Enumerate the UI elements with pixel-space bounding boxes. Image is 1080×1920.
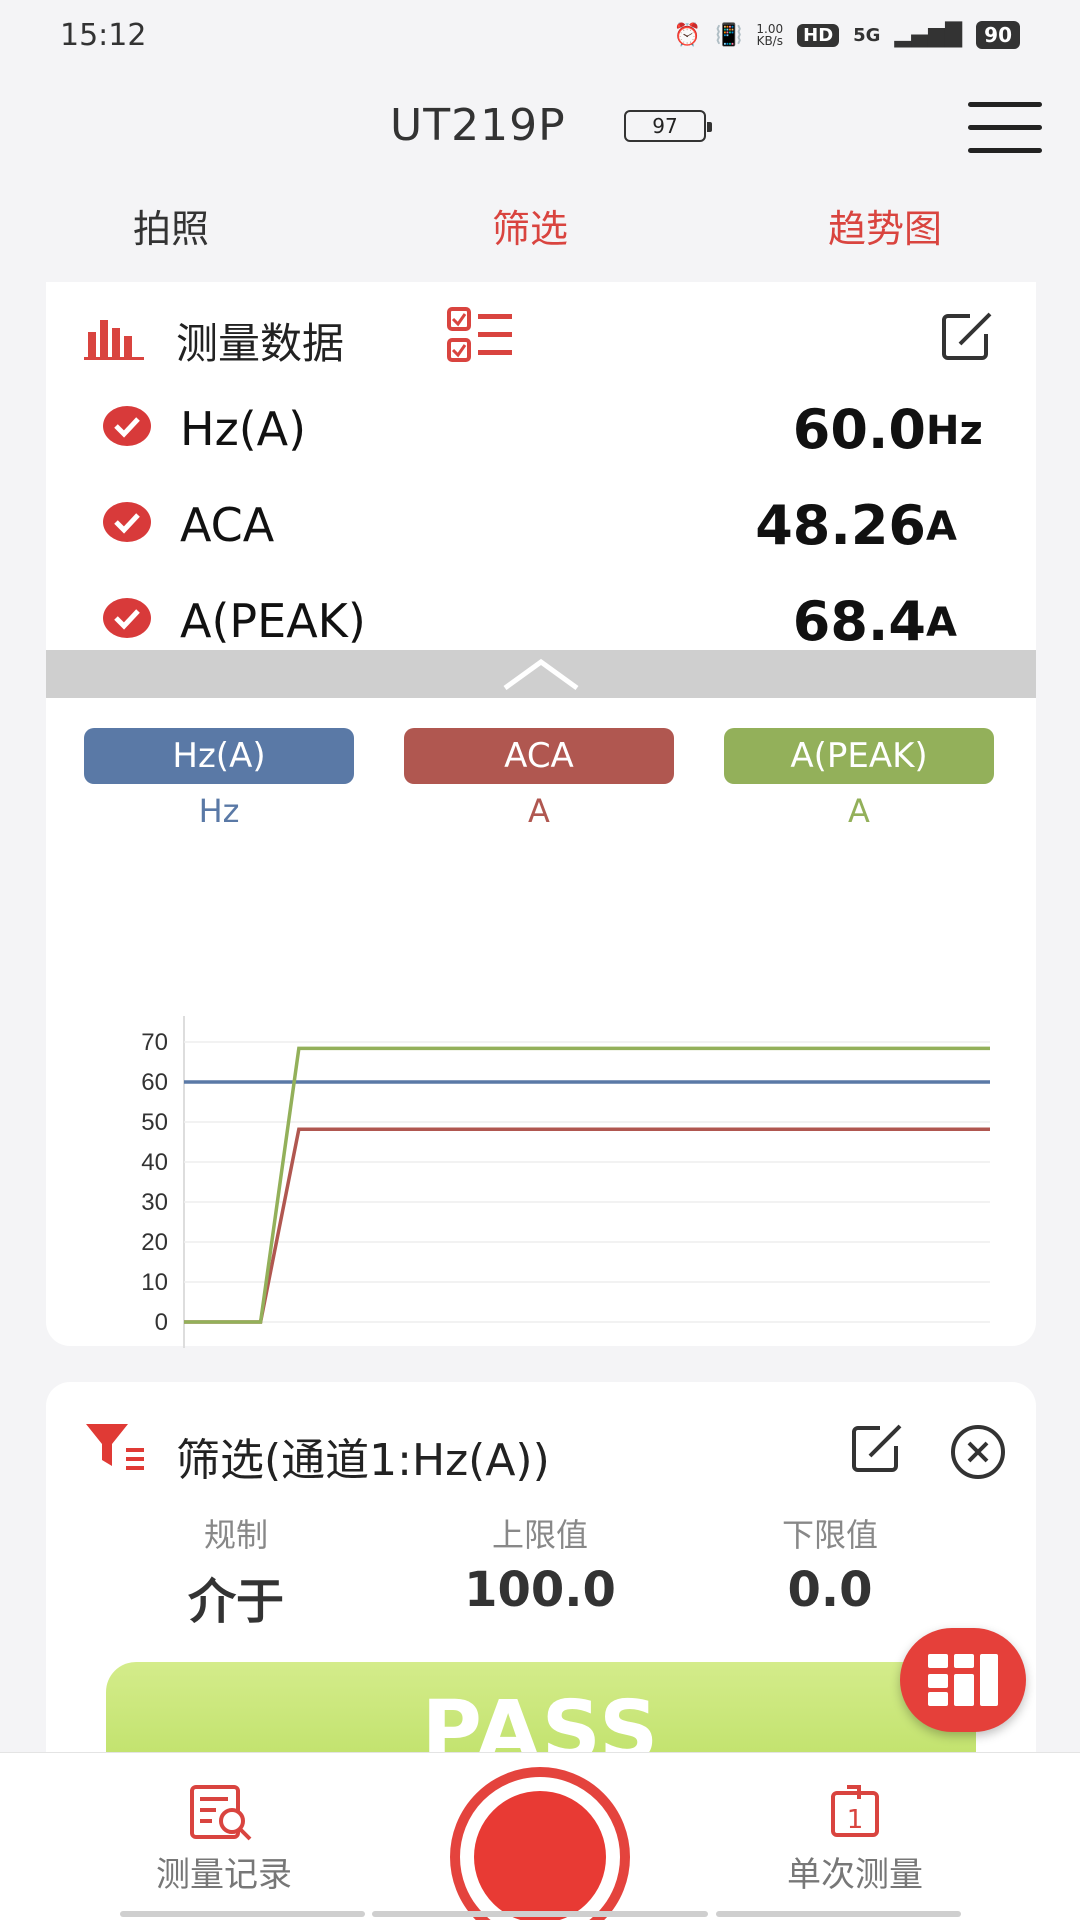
y-tick-label: 20 <box>141 1229 168 1256</box>
alarm-icon: ⏰ <box>673 22 702 48</box>
measure-unit: A <box>926 504 957 550</box>
measure-value: 68.4 <box>792 590 926 653</box>
measure-unit: A <box>926 600 957 646</box>
status-bar: 15:12 ⏰ 📳 1.00 KB/s HD 5G ▂▄▆█ 90 <box>0 0 1080 70</box>
y-tick-label: 0 <box>155 1309 168 1336</box>
vibrate-icon: 📳 <box>715 22 743 48</box>
nav-single-measure[interactable]: 1 单次测量 <box>745 1783 965 1896</box>
filter-icon <box>86 1424 144 1470</box>
legend-unit-hz: Hz <box>198 792 240 830</box>
floating-menu-button[interactable] <box>900 1628 1026 1732</box>
tab-trend[interactable]: 趋势图 <box>828 198 942 253</box>
nav-indicator <box>120 1911 365 1917</box>
bar-chart-icon <box>84 320 144 360</box>
tab-filter[interactable]: 筛选 <box>492 198 568 253</box>
hd-badge: HD <box>797 23 840 47</box>
check-icon[interactable] <box>102 596 152 640</box>
close-icon[interactable] <box>950 1424 1006 1480</box>
trend-chart: 01020304050607015:12:4515:12:4815:12:481… <box>141 1016 990 1348</box>
battery-level: 90 <box>976 21 1020 49</box>
record-button[interactable] <box>450 1767 630 1920</box>
status-icons: ⏰ 📳 1.00 KB/s HD 5G ▂▄▆█ 90 <box>674 21 1020 49</box>
measure-label: Hz(A) <box>180 402 307 456</box>
measure-row-aca: ACA 48.26 A <box>46 482 1036 562</box>
y-tick-label: 40 <box>141 1149 168 1176</box>
y-tick-label: 70 <box>141 1029 168 1056</box>
measure-unit: Hz <box>926 408 983 454</box>
y-tick-label: 60 <box>141 1069 168 1096</box>
svg-text:1: 1 <box>847 1805 864 1835</box>
menu-icon[interactable] <box>968 102 1042 154</box>
collapse-bar[interactable] <box>46 650 1036 698</box>
edit-icon[interactable] <box>940 310 996 362</box>
measure-label: ACA <box>180 498 275 552</box>
net-speed-unit: KB/s <box>756 34 783 48</box>
nav-records-label: 测量记录 <box>156 1855 292 1895</box>
device-battery: 97 <box>624 110 712 142</box>
status-time: 15:12 <box>60 17 147 53</box>
y-tick-label: 30 <box>141 1189 168 1216</box>
filter-lower-value: 0.0 <box>787 1562 873 1618</box>
nav-indicator <box>716 1911 961 1917</box>
measurement-title: 测量数据 <box>176 319 345 368</box>
nav-single-label: 单次测量 <box>787 1855 923 1895</box>
legend-hz[interactable]: Hz(A) <box>84 728 354 784</box>
measure-label: A(PEAK) <box>180 594 366 648</box>
tab-photo[interactable]: 拍照 <box>133 198 209 253</box>
bottom-nav: 测量记录 1 单次测量 <box>0 1752 1080 1920</box>
series-line-aca <box>184 1127 990 1324</box>
grid-icon <box>928 1654 998 1706</box>
filter-title: 筛选(通道1:Hz(A)) <box>176 1435 550 1486</box>
app-header: UT219P 97 <box>0 80 1080 180</box>
legend-aca[interactable]: ACA <box>404 728 674 784</box>
legend-peak[interactable]: A(PEAK) <box>724 728 994 784</box>
chevron-up-icon <box>503 658 579 690</box>
network-label: 5G <box>853 24 881 46</box>
filter-card: 筛选(通道1:Hz(A)) 规制 上限值 下限值 介于 100.0 0.0 PA… <box>46 1382 1036 1802</box>
single-measure-icon: 1 <box>831 1785 879 1837</box>
filter-col-lower: 下限值 <box>781 1516 878 1554</box>
check-icon[interactable] <box>102 404 152 448</box>
edit-icon[interactable] <box>850 1422 906 1474</box>
top-tabs: 拍照 筛选 趋势图 <box>0 190 1080 260</box>
record-list-icon <box>190 1785 252 1841</box>
legend-unit-peak: A <box>848 792 870 830</box>
measure-row-peak: A(PEAK) 68.4 A <box>46 578 1036 658</box>
filter-col-rule: 规制 <box>203 1516 268 1554</box>
filter-rule-value: 介于 <box>187 1574 284 1630</box>
series-line-a-peak- <box>184 1046 990 1324</box>
measure-value: 60.0 <box>792 398 926 461</box>
device-name: UT219P <box>390 100 566 151</box>
filter-col-upper: 上限值 <box>491 1516 588 1554</box>
signal-icon: ▂▄▆█ <box>894 22 963 48</box>
measure-value: 48.26 <box>755 494 926 557</box>
net-speed: 1.00 KB/s <box>756 23 783 47</box>
measure-row-hz: Hz(A) 60.0 Hz <box>46 386 1036 466</box>
filter-upper-value: 100.0 <box>464 1562 616 1618</box>
checklist-icon[interactable] <box>446 306 514 364</box>
y-tick-label: 50 <box>141 1109 168 1136</box>
measurement-header: 测量数据 <box>46 302 1036 372</box>
legend-unit-aca: A <box>528 792 550 830</box>
nav-indicator <box>372 1911 708 1917</box>
nav-records[interactable]: 测量记录 <box>114 1783 334 1896</box>
check-icon[interactable] <box>102 500 152 544</box>
measurement-card: 测量数据 Hz(A) 60.0 Hz ACA 48.26 A A(PEAK) 6… <box>46 282 1036 1348</box>
y-tick-label: 10 <box>141 1269 168 1296</box>
